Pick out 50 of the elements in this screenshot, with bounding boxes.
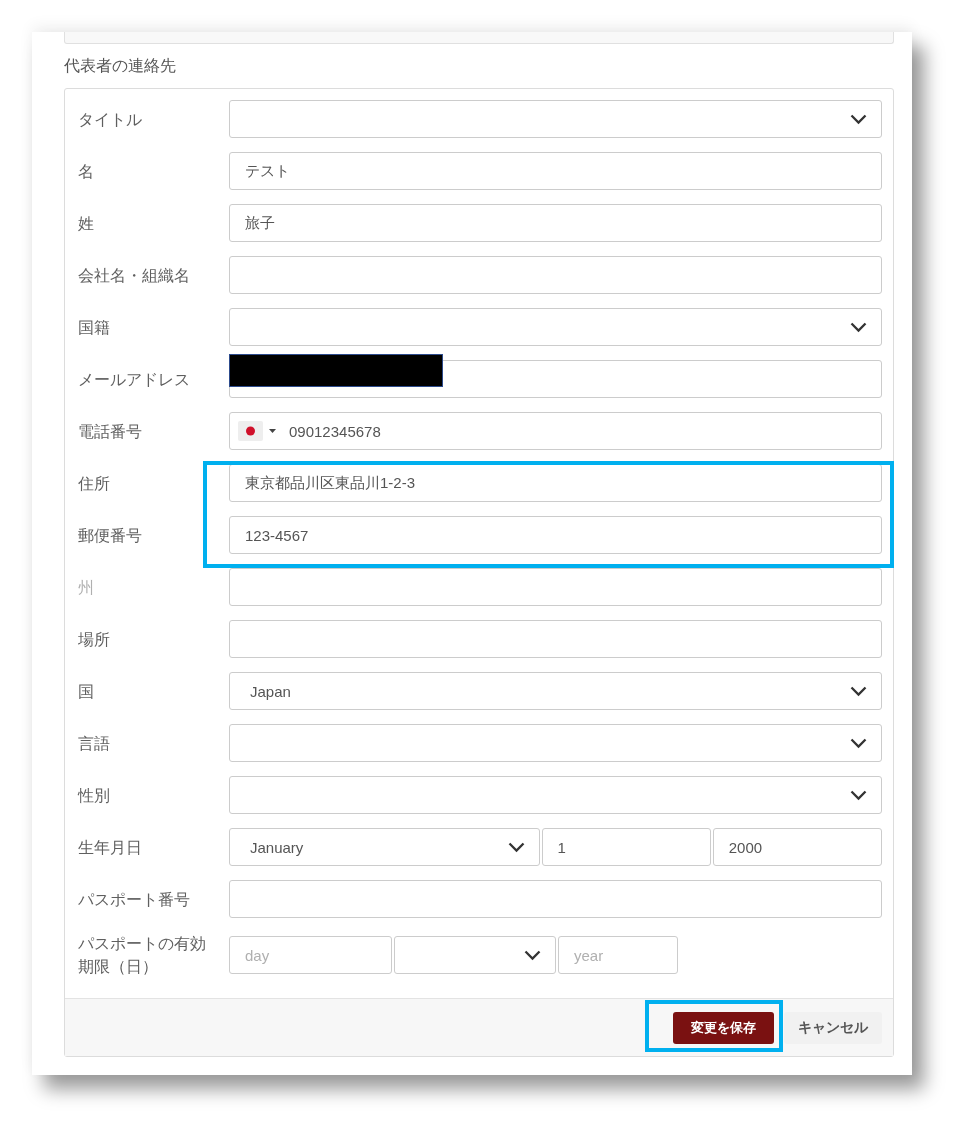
select-field[interactable]: Japan: [229, 672, 882, 710]
input-field[interactable]: [229, 620, 882, 658]
field-label: パスポート番号: [78, 889, 191, 910]
field-label: タイトル: [78, 109, 143, 130]
input-field[interactable]: 2000: [712, 828, 882, 866]
save-button[interactable]: 変更を保存: [673, 1011, 774, 1044]
section-title: 代表者の連絡先: [64, 56, 176, 76]
phone-field[interactable]: 09012345678: [229, 412, 882, 450]
chevron-down-icon: [524, 949, 541, 961]
field-label: 国籍: [78, 317, 111, 338]
input-field[interactable]: 1: [541, 828, 711, 866]
field-label: メールアドレス: [78, 369, 191, 390]
input-field[interactable]: [229, 880, 882, 918]
field-label: 州: [78, 577, 95, 598]
field-label: 郵便番号: [78, 525, 143, 546]
chevron-down-icon: [850, 321, 867, 333]
chevron-down-icon: [850, 789, 867, 801]
chevron-down-icon: [850, 737, 867, 749]
input-field[interactable]: 123-4567: [229, 516, 882, 554]
field-label: 生年月日: [78, 837, 143, 858]
input-field[interactable]: 旅子: [229, 204, 882, 242]
select-field[interactable]: [394, 936, 556, 974]
phone-number-input[interactable]: 09012345678: [289, 422, 873, 440]
select-field[interactable]: [229, 776, 882, 814]
input-field[interactable]: year: [558, 936, 678, 974]
flag-icon[interactable]: [238, 421, 263, 441]
cancel-button[interactable]: キャンセル: [784, 1011, 882, 1044]
input-field[interactable]: [229, 568, 882, 606]
field-label: 住所: [78, 473, 111, 494]
field-label: パスポートの有効期限（日）: [78, 934, 207, 977]
input-field[interactable]: 東京都品川区東品川1-2-3: [229, 464, 882, 502]
chevron-down-icon: [850, 113, 867, 125]
field-label: 国: [78, 681, 95, 702]
caret-down-icon: [269, 429, 276, 433]
field-label: 姓: [78, 213, 95, 234]
field-label: 電話番号: [78, 421, 143, 442]
select-field[interactable]: [229, 308, 882, 346]
input-field[interactable]: テスト: [229, 152, 882, 190]
field-label: 会社名・組織名: [78, 265, 191, 286]
select-field[interactable]: [229, 100, 882, 138]
field-label: 場所: [78, 629, 111, 650]
chevron-down-icon: [507, 841, 525, 853]
input-field[interactable]: day: [229, 936, 392, 974]
chevron-down-icon: [850, 685, 867, 697]
select-field[interactable]: January: [229, 828, 540, 866]
select-field[interactable]: [229, 724, 882, 762]
field-label: 性別: [78, 785, 111, 806]
field-label: 名: [78, 161, 95, 182]
input-field[interactable]: [229, 256, 882, 294]
field-label: 言語: [78, 733, 111, 754]
